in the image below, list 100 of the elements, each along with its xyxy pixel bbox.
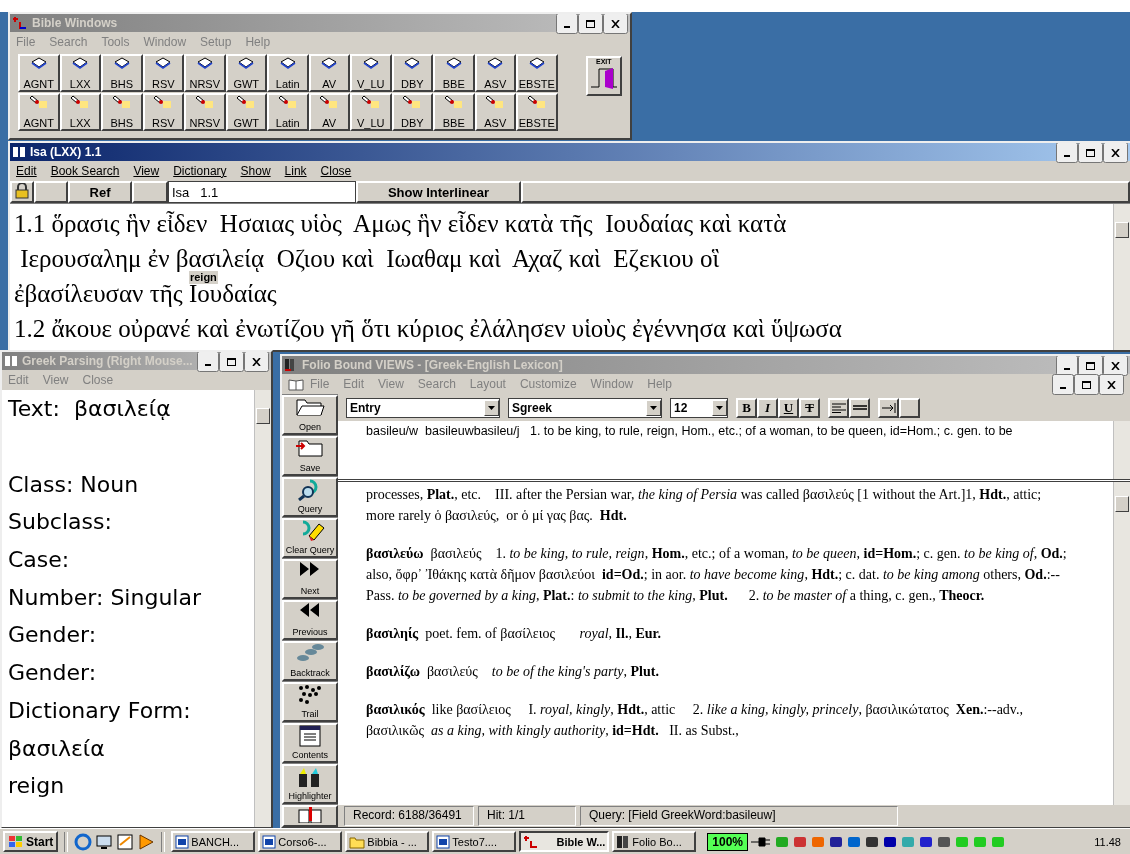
bible-version-button[interactable]: AV: [308, 54, 350, 92]
bible-version-button[interactable]: BBE: [433, 54, 475, 92]
bible-version-button[interactable]: RSV: [142, 54, 184, 92]
blank-button[interactable]: [132, 181, 168, 203]
lock-button[interactable]: [10, 181, 34, 203]
minimize-button[interactable]: [1056, 143, 1078, 163]
bible-version-button[interactable]: GWT: [225, 54, 267, 92]
bible-version-button[interactable]: ASV: [474, 93, 516, 131]
desktop-icon[interactable]: [95, 832, 114, 851]
blank-button[interactable]: [34, 181, 68, 203]
menu-item[interactable]: Show: [240, 164, 271, 178]
bible-version-button[interactable]: AGNT: [18, 54, 60, 92]
font-dropdown[interactable]: Sgreek: [508, 397, 662, 418]
sidebar-button[interactable]: Clear Query: [282, 518, 338, 558]
scrollbar[interactable]: [254, 390, 271, 827]
sidebar-button[interactable]: Save: [282, 436, 338, 476]
bible-version-button[interactable]: ASV: [474, 54, 516, 92]
justify-button[interactable]: [849, 397, 870, 418]
bible-version-button[interactable]: Latin: [267, 54, 309, 92]
play-icon[interactable]: [137, 832, 156, 851]
taskbar-button[interactable]: Corso6-...: [258, 831, 343, 852]
bible-version-button[interactable]: NRSV: [184, 54, 226, 92]
indent-button[interactable]: [878, 397, 899, 418]
menu-item[interactable]: View: [133, 164, 160, 178]
sidebar-button[interactable]: Trail: [282, 682, 338, 722]
blank-button[interactable]: [899, 397, 920, 418]
maximize-button[interactable]: [1074, 373, 1099, 395]
ref-button[interactable]: Ref: [68, 181, 132, 203]
tray-icon[interactable]: [936, 834, 953, 849]
menu-item[interactable]: Book Search: [50, 164, 120, 178]
flashlight-icon: [70, 95, 91, 109]
close-button[interactable]: [1103, 143, 1128, 163]
bible-version-button[interactable]: DBY: [391, 54, 433, 92]
taskbar-button[interactable]: Bible W...: [519, 831, 610, 852]
greek-text: ἐβασίλευσαν τῆς: [14, 280, 184, 307]
format-button[interactable]: T: [799, 397, 820, 418]
bible-version-button[interactable]: LXX: [59, 54, 101, 92]
bible-version-button[interactable]: DBY: [391, 93, 433, 131]
maximize-button[interactable]: [1078, 143, 1103, 163]
bible-version-button[interactable]: RSV: [142, 93, 184, 131]
book-button[interactable]: [282, 805, 338, 827]
bible-version-button[interactable]: EBSTE: [516, 93, 558, 131]
bible-version-button[interactable]: AGNT: [18, 93, 60, 131]
sidebar-button[interactable]: Contents: [282, 723, 338, 763]
bible-version-button[interactable]: V_LU: [350, 54, 392, 92]
close-button[interactable]: [603, 14, 628, 34]
plug-icon: [751, 834, 772, 849]
bible-version-button[interactable]: AV: [308, 93, 350, 131]
tray-icon[interactable]: [918, 834, 935, 849]
tray-icon[interactable]: [828, 834, 845, 849]
tray-icon[interactable]: [882, 834, 899, 849]
globe-icon[interactable]: [74, 832, 93, 851]
maximize-button[interactable]: [219, 352, 244, 372]
blank-button[interactable]: [521, 181, 1130, 203]
reference-field[interactable]: Isa 1.1: [168, 181, 356, 203]
format-button[interactable]: I: [757, 397, 778, 418]
sidebar-button[interactable]: Query: [282, 477, 338, 517]
taskbar-button[interactable]: Bibbia - ...: [345, 831, 430, 852]
tray-icon[interactable]: [864, 834, 881, 849]
bible-version-button[interactable]: V_LU: [350, 93, 392, 131]
bible-version-button[interactable]: BHS: [101, 93, 143, 131]
sidebar-button[interactable]: Previous: [282, 600, 338, 640]
bible-version-button[interactable]: BBE: [433, 93, 475, 131]
bible-version-button[interactable]: BHS: [101, 54, 143, 92]
taskbar-button[interactable]: BANCH...: [171, 831, 256, 852]
menu-item[interactable]: Close: [320, 164, 352, 178]
menu-item[interactable]: Link: [284, 164, 307, 178]
taskbar-button[interactable]: Folio Bo...: [612, 831, 697, 852]
format-button[interactable]: U: [778, 397, 799, 418]
show-interlinear-button[interactable]: Show Interlinear: [356, 181, 521, 203]
bible-version-button[interactable]: EBSTE: [516, 54, 558, 92]
scrollbar[interactable]: [1113, 421, 1130, 479]
bible-version-button[interactable]: Latin: [267, 93, 309, 131]
sidebar-button[interactable]: Backtrack: [282, 641, 338, 681]
scrollbar[interactable]: [1113, 482, 1130, 805]
maximize-button[interactable]: [578, 14, 603, 34]
format-button[interactable]: B: [736, 397, 757, 418]
style-dropdown[interactable]: Entry: [346, 397, 500, 418]
close-button[interactable]: [1103, 356, 1128, 376]
minimize-button[interactable]: [1052, 373, 1074, 395]
sidebar-button[interactable]: Highlighter: [282, 764, 338, 804]
scrollbar[interactable]: [1113, 204, 1130, 350]
window-icon[interactable]: [116, 832, 135, 851]
minimize-button[interactable]: [556, 14, 578, 34]
taskbar-button[interactable]: Testo7....: [432, 831, 517, 852]
font-size-dropdown[interactable]: 12: [670, 397, 728, 418]
sidebar-button[interactable]: Open: [282, 395, 338, 435]
menu-item[interactable]: Dictionary: [173, 164, 227, 178]
tray-icon[interactable]: [846, 834, 863, 849]
close-button[interactable]: [1099, 373, 1124, 395]
align-left-button[interactable]: [828, 397, 849, 418]
start-button[interactable]: Start: [3, 831, 59, 852]
bible-version-button[interactable]: NRSV: [184, 93, 226, 131]
bible-version-button[interactable]: GWT: [225, 93, 267, 131]
minimize-button[interactable]: [1056, 356, 1078, 376]
sidebar-button[interactable]: Next: [282, 559, 338, 599]
bible-version-button[interactable]: LXX: [59, 93, 101, 131]
minimize-button[interactable]: [197, 352, 219, 372]
menu-item[interactable]: Edit: [16, 164, 37, 178]
close-button[interactable]: [244, 352, 269, 372]
